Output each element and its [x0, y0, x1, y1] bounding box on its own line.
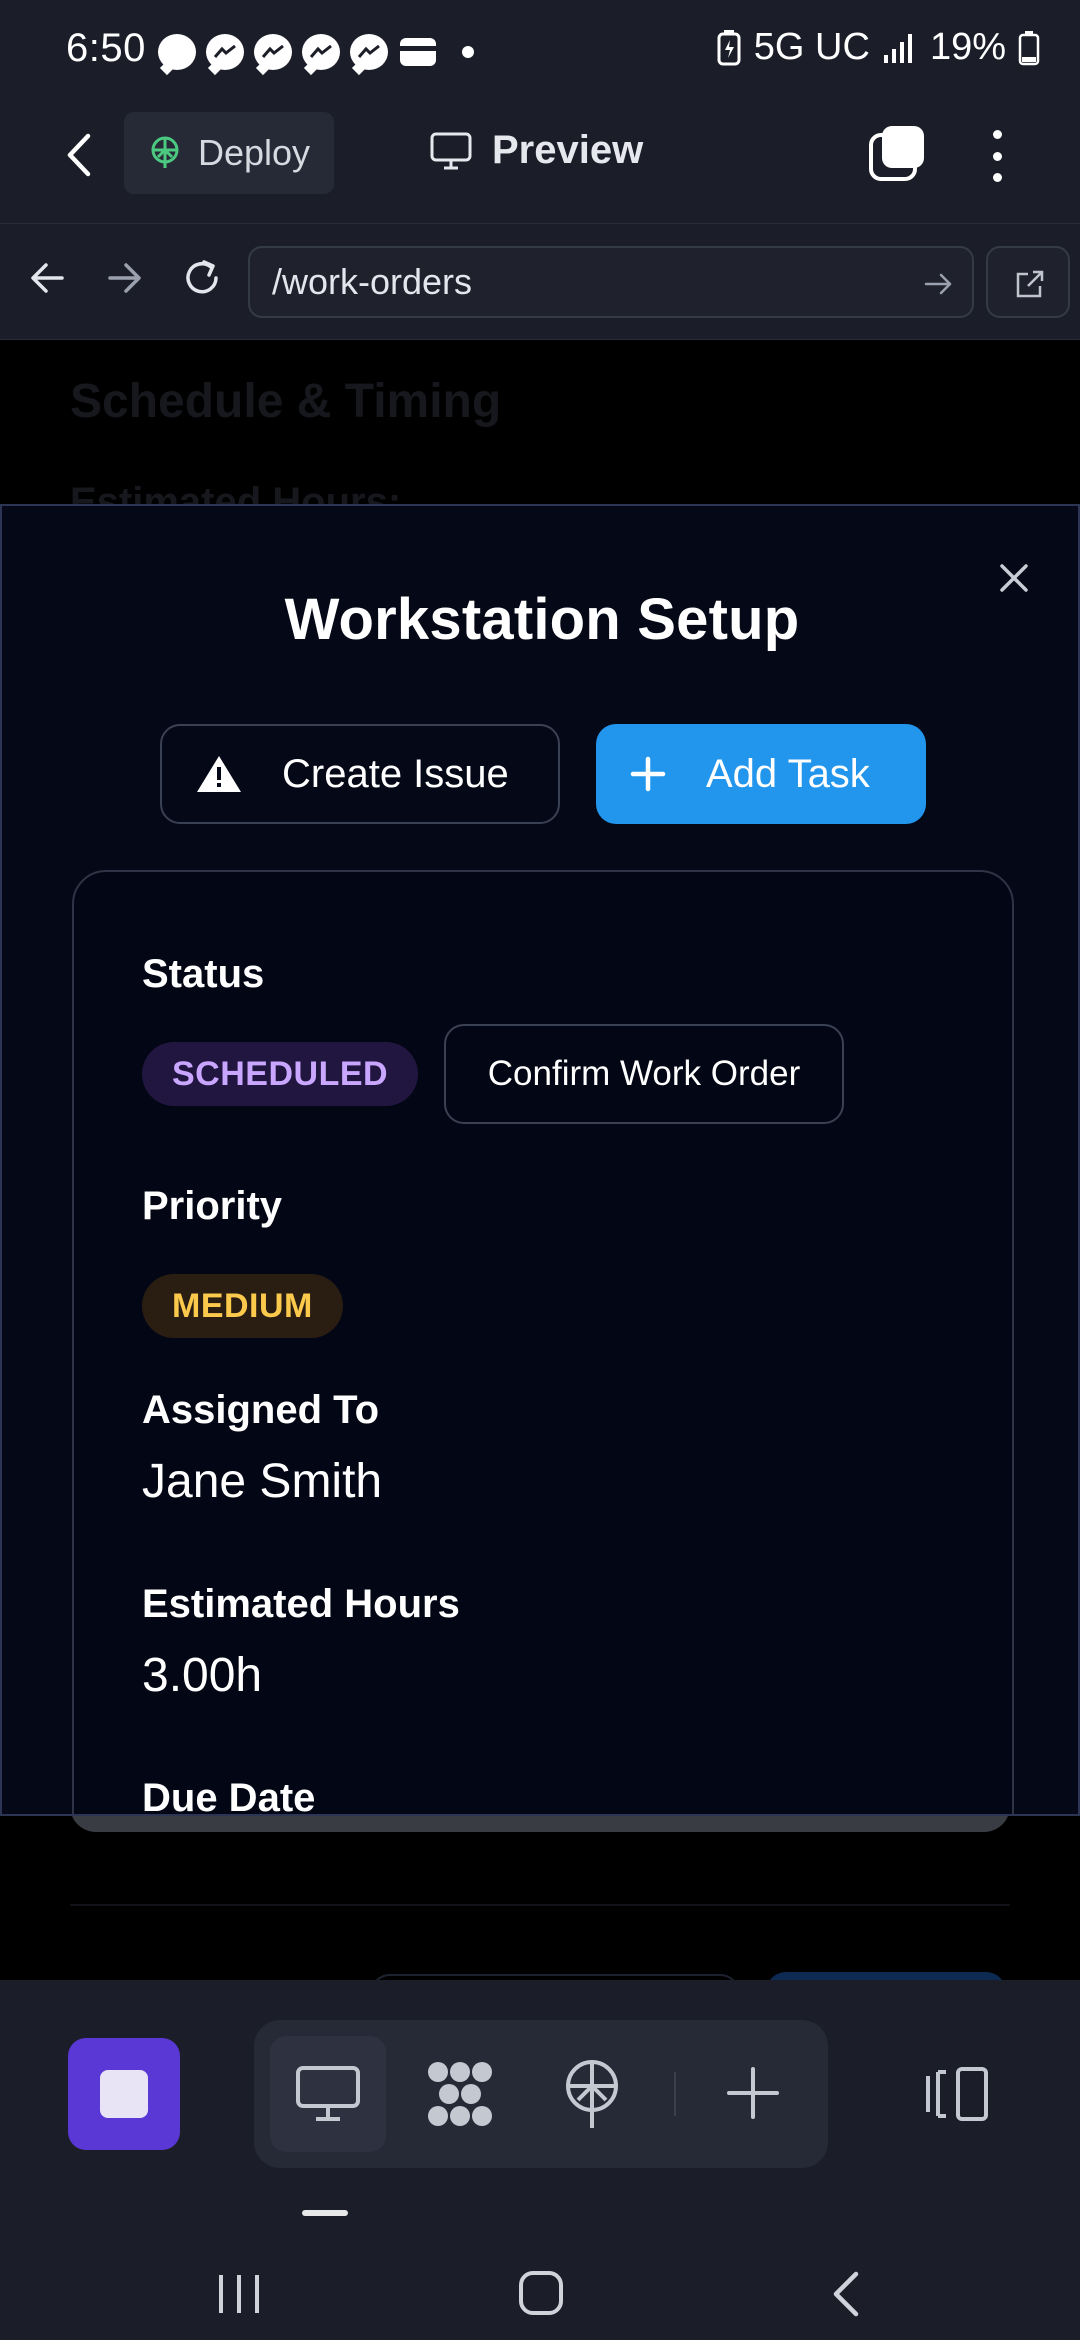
split-view-icon[interactable]: [924, 2066, 990, 2122]
hours-label: Estimated Hours: [142, 1582, 460, 1626]
preview-label: Preview: [492, 128, 644, 172]
add-task-label: Add Task: [706, 751, 870, 796]
active-tool-indicator: [302, 2210, 348, 2216]
reload-icon[interactable]: [180, 256, 224, 300]
open-external-button[interactable]: [986, 246, 1070, 318]
recent-apps-icon[interactable]: [216, 2272, 262, 2316]
bottom-dock: [0, 1980, 1080, 2200]
assigned-value: Jane Smith: [142, 1455, 383, 1508]
deploy-button[interactable]: Deploy: [124, 112, 334, 194]
status-right: 5G UC 19%: [716, 26, 1040, 69]
due-date-label: Due Date: [142, 1776, 316, 1816]
monitor-icon: [296, 2066, 360, 2121]
more-options-icon[interactable]: [982, 124, 1012, 188]
messenger-icon: [206, 34, 244, 70]
messenger-icon: [254, 34, 292, 70]
signal-icon: [883, 33, 912, 63]
url-text: /work-orders: [272, 261, 473, 302]
stop-icon: [100, 2070, 148, 2118]
app-bar: Deploy Preview: [0, 104, 1080, 224]
screen: 6:50 5G UC 19% Deploy Preview /work-orde…: [0, 0, 1080, 2340]
workstation-modal: Workstation Setup Create Issue Add Task …: [0, 504, 1080, 1816]
deploy-icon: [151, 136, 179, 168]
plus-icon: [630, 756, 666, 792]
url-field[interactable]: /work-orders: [248, 246, 974, 318]
create-issue-label: Create Issue: [282, 751, 509, 796]
browser-forward-icon[interactable]: [102, 256, 146, 300]
battery-icon: [1018, 30, 1040, 65]
status-label: Status: [142, 952, 265, 996]
external-link-icon: [1016, 270, 1044, 298]
modal-title: Workstation Setup: [284, 587, 800, 652]
system-back-icon[interactable]: [828, 2270, 862, 2318]
dot-icon: [462, 46, 474, 58]
priority-badge: MEDIUM: [142, 1274, 343, 1338]
tabs-icon[interactable]: [868, 124, 926, 182]
create-issue-button[interactable]: Create Issue: [160, 724, 560, 824]
add-task-button[interactable]: Add Task: [596, 724, 926, 824]
browser-bar: /work-orders: [0, 224, 1080, 340]
tool-divider: [674, 2072, 676, 2116]
background-divider: [70, 1904, 1010, 1906]
notification-icons: [158, 30, 474, 74]
deploy-label: Deploy: [198, 132, 311, 173]
messenger-icon: [350, 34, 388, 70]
status-bar: 6:50 5G UC 19%: [0, 0, 1080, 104]
stop-button[interactable]: [68, 2038, 180, 2150]
workflow-icon[interactable]: [424, 2058, 496, 2130]
preview-tab[interactable]: Preview: [430, 128, 643, 173]
confirm-work-order-button[interactable]: Confirm Work Order: [444, 1024, 844, 1124]
status-badge: SCHEDULED: [142, 1042, 419, 1106]
tool-group: [254, 2020, 828, 2168]
background-button: [766, 1972, 1006, 1980]
hours-value: 3.00h: [142, 1649, 263, 1702]
wallet-icon: [400, 38, 436, 66]
background-heading: Schedule & Timing: [70, 375, 502, 428]
messenger-icon: [302, 34, 340, 70]
details-card: Status SCHEDULED Confirm Work Order Prio…: [72, 870, 1014, 1816]
status-time: 6:50: [66, 26, 146, 70]
monitor-icon: [430, 132, 472, 169]
assigned-label: Assigned To: [142, 1388, 380, 1432]
battery-percent: 19%: [929, 26, 1006, 68]
warning-icon: [197, 756, 241, 792]
preview-tool-button[interactable]: [270, 2036, 386, 2152]
system-navigation: [0, 2220, 1080, 2340]
network-type: 5G UC: [753, 26, 870, 68]
go-arrow-icon[interactable]: [922, 268, 954, 300]
plus-icon[interactable]: [726, 2066, 780, 2120]
back-arrow-icon[interactable]: [56, 130, 106, 180]
chat-bubble-icon: [158, 34, 196, 70]
battery-saver-icon: [717, 29, 741, 65]
priority-label: Priority: [142, 1184, 283, 1228]
home-icon[interactable]: [518, 2270, 564, 2316]
browser-back-icon[interactable]: [26, 256, 70, 300]
deploy-icon[interactable]: [564, 2058, 620, 2130]
